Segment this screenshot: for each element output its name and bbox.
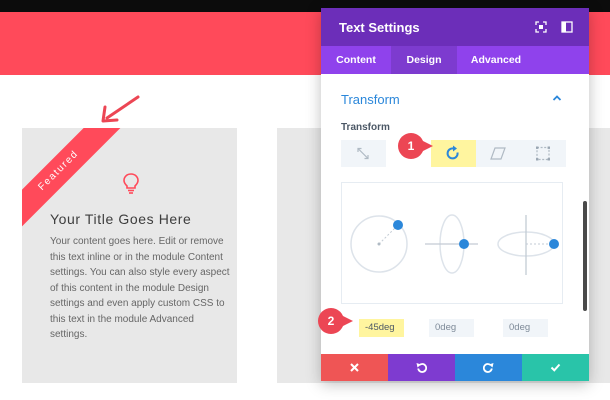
rotate-icon xyxy=(446,145,459,160)
redo-button[interactable] xyxy=(455,354,522,381)
badge-pointer-icon xyxy=(421,140,433,152)
redo-icon xyxy=(483,363,494,373)
panel-tabs: Content Design Advanced xyxy=(321,46,589,74)
scale-icon xyxy=(357,147,369,160)
origin-icon xyxy=(536,146,550,161)
tab-content[interactable]: Content xyxy=(321,46,391,74)
undo-icon xyxy=(416,363,427,373)
rotation-axes-diagram xyxy=(350,214,559,275)
tool-scale[interactable] xyxy=(341,140,386,167)
panel-title: Text Settings xyxy=(339,20,420,35)
transform-sub-label: Transform xyxy=(341,122,390,133)
panel-body: Transform Transform -45deg 0deg 0deg xyxy=(321,74,589,354)
blurb-card[interactable]: Featured Your Title Goes Here Your conte… xyxy=(22,128,237,383)
rotate-z-field[interactable]: -45deg xyxy=(359,319,404,337)
discard-button[interactable] xyxy=(321,354,388,381)
rotate-z-handle[interactable] xyxy=(393,220,403,230)
close-icon xyxy=(350,363,359,372)
tab-advanced[interactable]: Advanced xyxy=(457,46,535,74)
tool-origin[interactable] xyxy=(521,140,566,167)
expand-icon[interactable] xyxy=(535,21,547,33)
rotate-preview xyxy=(341,182,563,304)
section-title-transform[interactable]: Transform xyxy=(341,92,400,107)
panel-footer xyxy=(321,354,589,381)
undo-button[interactable] xyxy=(388,354,455,381)
lightbulb-icon xyxy=(123,173,139,194)
badge-pointer-icon xyxy=(341,315,353,327)
panel-scrollbar[interactable] xyxy=(583,201,587,311)
chevron-up-icon[interactable] xyxy=(552,94,562,102)
sidebar-toggle-icon[interactable] xyxy=(561,21,573,33)
rotate-y-field[interactable]: 0deg xyxy=(503,319,548,337)
card-body-text: Your content goes here. Edit or remove t… xyxy=(50,236,230,340)
tab-design[interactable]: Design xyxy=(391,46,457,74)
check-icon xyxy=(550,363,561,372)
page-canvas: Featured Your Title Goes Here Your conte… xyxy=(0,0,610,400)
panel-header[interactable]: Text Settings xyxy=(321,8,589,46)
save-button[interactable] xyxy=(522,354,589,381)
rotate-y-handle[interactable] xyxy=(549,239,559,249)
skew-icon xyxy=(490,147,506,160)
card-title: Your Title Goes Here xyxy=(50,211,192,227)
tool-skew[interactable] xyxy=(476,140,521,167)
rotate-x-handle[interactable] xyxy=(459,239,469,249)
annotation-arrow-icon xyxy=(101,95,140,123)
text-settings-panel[interactable]: Text Settings Content Design Advanced Tr… xyxy=(321,8,589,381)
tool-rotate[interactable] xyxy=(431,140,476,167)
rotate-x-field[interactable]: 0deg xyxy=(429,319,474,337)
